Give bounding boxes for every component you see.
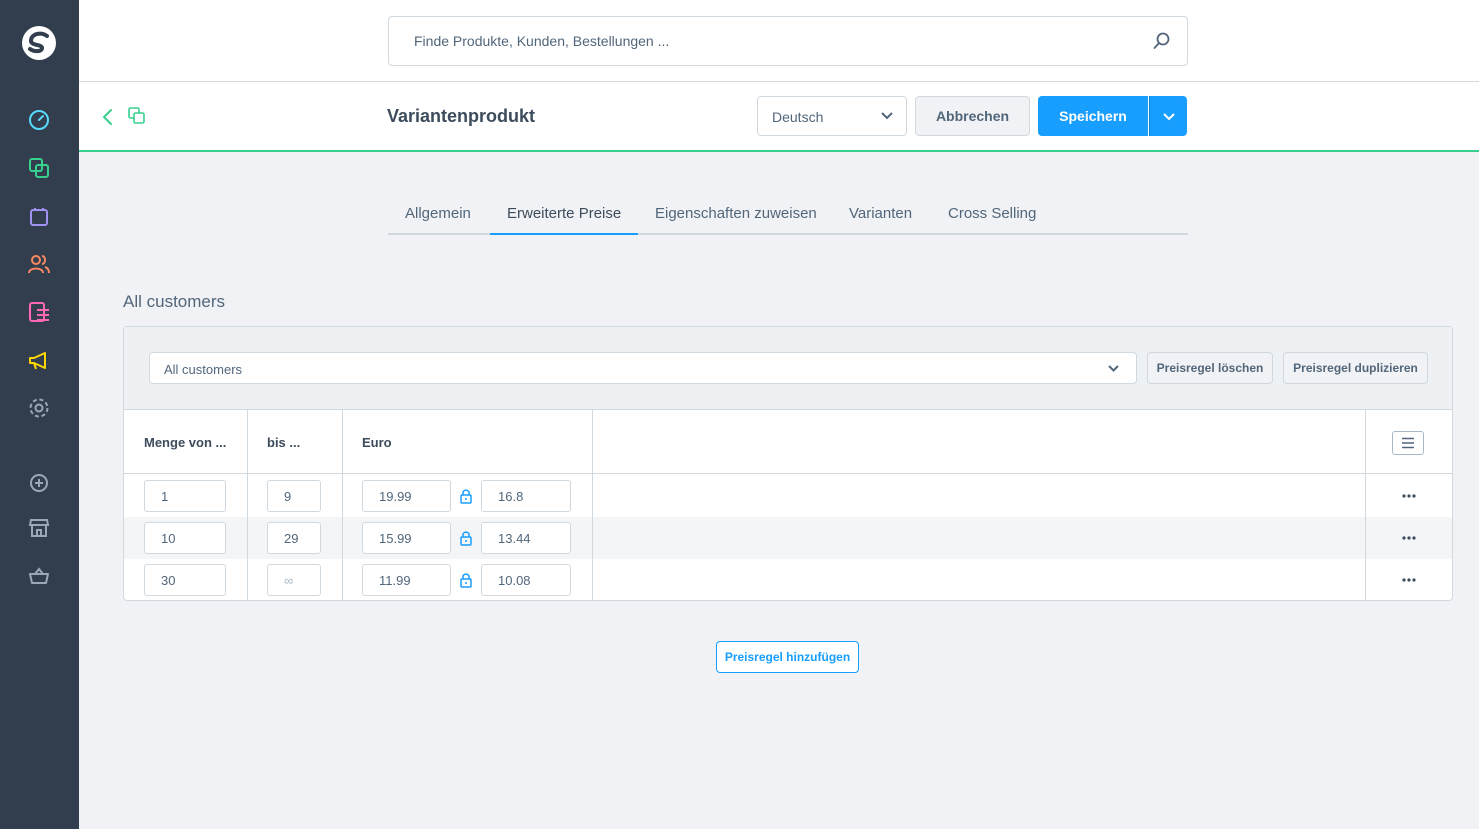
column-divider — [1365, 410, 1366, 600]
tab-cross-selling[interactable]: Cross Selling — [931, 192, 1053, 235]
global-search — [388, 16, 1188, 66]
tab-erweiterte-preise[interactable]: Erweiterte Preise — [490, 192, 638, 235]
net-price-input[interactable]: 16.8 — [481, 480, 571, 512]
sidebar-item-catalogue[interactable] — [27, 156, 51, 180]
sidebar-item-marketing[interactable] — [27, 348, 51, 372]
quantity-to-input[interactable]: 29 — [267, 522, 321, 554]
save-options-button[interactable] — [1149, 96, 1187, 136]
table-row: 1 9 19.99 16.8 — [124, 475, 1452, 517]
catalogue-module-icon — [128, 107, 145, 124]
quantity-to-input[interactable]: 9 — [267, 480, 321, 512]
price-rule-card: All customers Preisregel löschen Preisre… — [123, 326, 1453, 601]
net-price-input[interactable]: 10.08 — [481, 564, 571, 596]
quantity-to-input[interactable]: ∞ — [267, 564, 321, 596]
page-title: Variantenprodukt — [387, 106, 536, 126]
content-icon — [29, 302, 49, 322]
product-tabs: Allgemein Erweiterte Preise Eigenschafte… — [388, 192, 1188, 235]
context-menu-icon[interactable] — [1401, 577, 1417, 583]
customers-icon — [28, 255, 50, 274]
price-rule-title: All customers — [123, 292, 226, 311]
shopware-logo-icon[interactable] — [20, 24, 58, 62]
net-price-input[interactable]: 13.44 — [481, 522, 571, 554]
lock-icon[interactable] — [460, 488, 472, 504]
language-switch[interactable]: Deutsch — [757, 96, 907, 136]
duplicate-rule-button[interactable]: Preisregel duplizieren — [1283, 352, 1428, 384]
gross-price-input[interactable]: 11.99 — [362, 564, 451, 596]
column-divider — [247, 410, 248, 600]
plus-circle-icon — [30, 474, 48, 492]
table-row: 10 29 15.99 13.44 — [124, 517, 1452, 559]
context-menu-icon[interactable] — [1401, 493, 1417, 499]
tab-allgemein[interactable]: Allgemein — [388, 192, 488, 235]
marketing-icon — [29, 352, 46, 370]
table-row: 30 ∞ 11.99 10.08 — [124, 559, 1452, 600]
column-divider — [342, 410, 343, 600]
search-bar-area — [79, 0, 1479, 82]
orders-icon — [30, 208, 48, 226]
cancel-button[interactable]: Abbrechen — [915, 96, 1030, 136]
quantity-from-input[interactable]: 10 — [144, 522, 226, 554]
gross-price-input[interactable]: 15.99 — [362, 522, 451, 554]
tab-varianten[interactable]: Varianten — [832, 192, 929, 235]
chevron-down-icon — [1108, 365, 1119, 372]
language-value: Deutsch — [772, 109, 824, 125]
add-price-rule-button[interactable]: Preisregel hinzufügen — [716, 641, 859, 673]
search-icon[interactable] — [1153, 32, 1171, 50]
price-rule-header: All customers Preisregel löschen Preisre… — [124, 327, 1452, 410]
gross-price-input[interactable]: 19.99 — [362, 480, 451, 512]
lock-icon[interactable] — [460, 572, 472, 588]
rule-select[interactable]: All customers — [149, 352, 1137, 384]
catalogue-icon — [29, 158, 49, 178]
rule-select-value: All customers — [164, 362, 243, 377]
sidebar-item-storefront[interactable] — [27, 516, 51, 540]
column-header-from: Menge von ... — [144, 435, 227, 450]
dashboard-icon — [29, 110, 49, 130]
back-arrow-icon[interactable] — [101, 107, 115, 127]
settings-icon — [29, 398, 49, 418]
delete-rule-button[interactable]: Preisregel löschen — [1147, 352, 1273, 384]
sidebar-item-dashboard[interactable] — [27, 108, 51, 132]
sidebar-item-basket[interactable] — [27, 564, 51, 588]
sidebar-item-settings[interactable] — [27, 396, 51, 420]
admin-sidebar — [0, 0, 79, 829]
column-divider — [592, 410, 593, 600]
column-header-euro: Euro — [362, 435, 392, 450]
smart-bar: Variantenprodukt Deutsch Abbrechen Speic… — [79, 82, 1479, 152]
sidebar-item-content[interactable] — [27, 300, 51, 324]
list-icon — [1402, 437, 1414, 449]
column-header-to: bis ... — [267, 435, 301, 450]
tab-eigenschaften-zuweisen[interactable]: Eigenschaften zuweisen — [638, 192, 834, 235]
lock-icon[interactable] — [460, 530, 472, 546]
search-input[interactable] — [389, 17, 1139, 65]
storefront-icon — [28, 519, 50, 537]
basket-icon — [29, 567, 49, 584]
save-button[interactable]: Speichern — [1038, 96, 1148, 136]
quantity-from-input[interactable]: 30 — [144, 564, 226, 596]
chevron-down-icon — [881, 112, 893, 120]
sidebar-item-extensions[interactable] — [27, 471, 51, 495]
column-settings-button[interactable] — [1392, 431, 1424, 455]
context-menu-icon[interactable] — [1401, 535, 1417, 541]
quantity-from-input[interactable]: 1 — [144, 480, 226, 512]
sidebar-item-customers[interactable] — [27, 252, 51, 276]
chevron-down-icon — [1163, 113, 1175, 121]
sidebar-item-orders[interactable] — [27, 204, 51, 228]
